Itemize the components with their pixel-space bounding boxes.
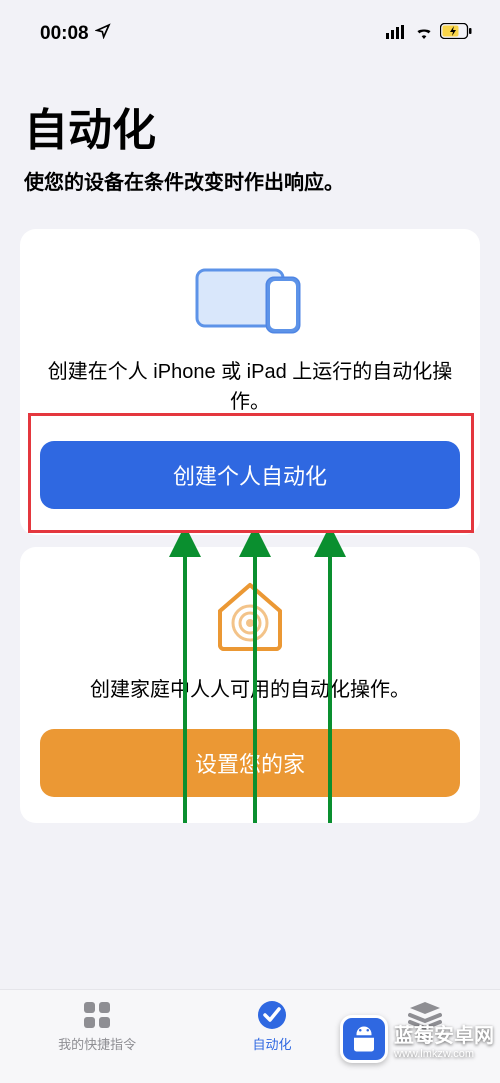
page-subtitle: 使您的设备在条件改变时作出响应。 [24, 166, 476, 195]
home-icon [40, 577, 460, 657]
tab-shortcuts[interactable]: 我的快捷指令 [58, 998, 136, 1083]
tab-automation[interactable]: 自动化 [252, 998, 291, 1083]
personal-automation-card: 创建在个人 iPhone 或 iPad 上运行的自动化操作。 创建个人自动化 [20, 229, 480, 535]
tab-shortcuts-label: 我的快捷指令 [58, 1034, 136, 1053]
battery-icon [440, 23, 472, 45]
page-header: 自动化 使您的设备在条件改变时作出响应。 [0, 54, 500, 205]
create-personal-automation-button[interactable]: 创建个人自动化 [40, 441, 460, 509]
home-automation-card: 创建家庭中人人可用的自动化操作。 设置您的家 [20, 547, 480, 823]
status-time: 00:08 [40, 23, 89, 45]
tab-automation-label: 自动化 [252, 1034, 291, 1053]
wifi-icon [414, 23, 434, 45]
setup-home-button[interactable]: 设置您的家 [40, 729, 460, 797]
grid-icon [80, 998, 114, 1032]
checkmark-circle-icon [255, 998, 289, 1032]
page-title: 自动化 [24, 94, 476, 158]
personal-description: 创建在个人 iPhone 或 iPad 上运行的自动化操作。 [40, 357, 460, 417]
devices-icon [40, 259, 460, 339]
location-icon [95, 23, 111, 45]
watermark-logo-icon [340, 1015, 388, 1063]
home-description: 创建家庭中人人可用的自动化操作。 [40, 675, 460, 705]
watermark-text: 蓝莓安卓网 [394, 1019, 494, 1048]
signal-icon [386, 23, 408, 45]
watermark-url: www.lmkzw.com [394, 1048, 494, 1060]
status-bar: 00:08 [0, 0, 500, 54]
watermark: 蓝莓安卓网 www.lmkzw.com [340, 1015, 500, 1063]
